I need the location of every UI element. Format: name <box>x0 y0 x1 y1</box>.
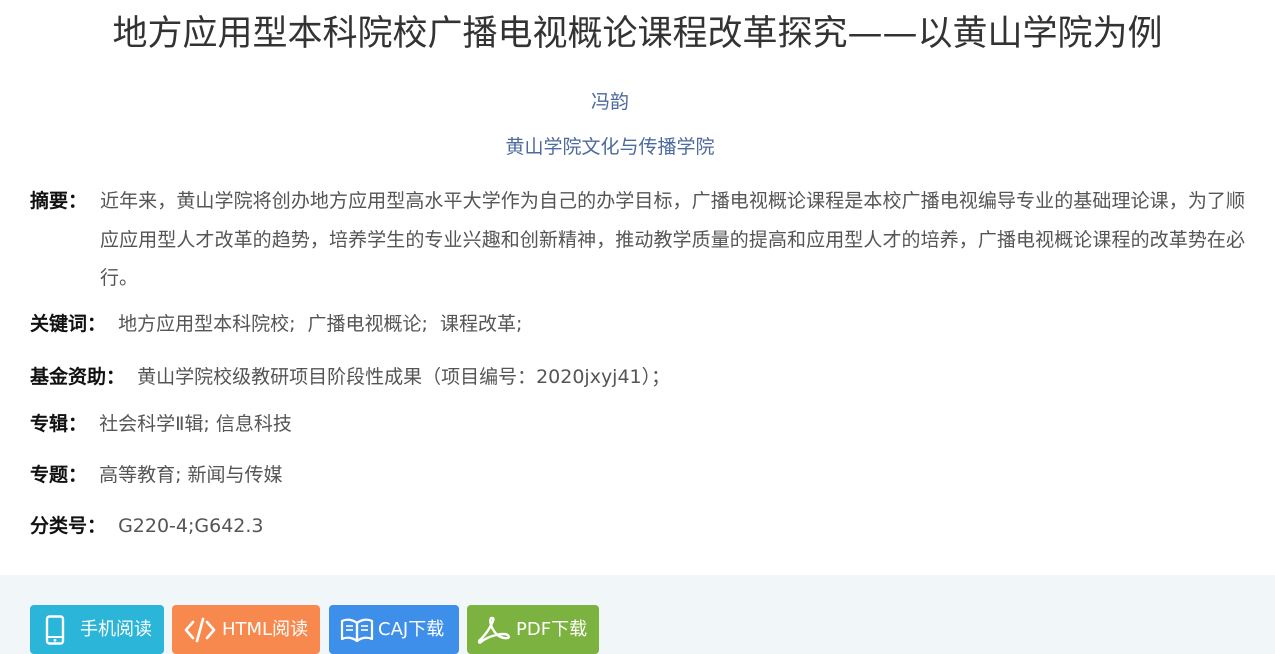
article-title: 地方应用型本科院校广播电视概论课程改革探究——以黄山学院为例 <box>112 14 1163 54</box>
abstract-section: 摘要： 近年来，黄山学院将创办地方应用型高水平大学作为自己的办学目标，广播电视概… <box>30 182 1245 298</box>
classification-value: G220-4;G642.3 <box>118 515 264 537</box>
article-detail-page: 地方应用型本科院校广播电视概论课程改革探究——以黄山学院为例 冯韵 黄山学院文化… <box>0 0 1275 654</box>
keyword-link[interactable]: 广播电视概论; <box>308 313 428 335</box>
download-toolbar: 手机阅读 HTML阅读 CAJ下载 PDF下载 <box>0 575 1275 654</box>
keywords-label: 关键词： <box>30 313 107 335</box>
affiliation-link[interactable]: 黄山学院文化与传播学院 <box>0 133 1220 161</box>
keywords-row: 关键词： 地方应用型本科院校; 广播电视概论; 课程改革; <box>30 310 522 338</box>
book-icon <box>340 605 374 654</box>
acrobat-icon <box>477 605 511 654</box>
series-row: 专辑： 社会科学Ⅱ辑; 信息科技 <box>30 410 292 438</box>
topic-row: 专题： 高等教育; 新闻与传媒 <box>30 461 283 489</box>
abstract-text: 近年来，黄山学院将创办地方应用型高水平大学作为自己的办学目标，广播电视概论课程是… <box>100 190 1245 289</box>
abstract-label: 摘要： <box>30 190 88 212</box>
mobile-read-label: 手机阅读 <box>80 619 152 640</box>
topic-label: 专题： <box>30 464 88 486</box>
pdf-download-label: PDF下载 <box>516 619 588 640</box>
classification-row: 分类号： G220-4;G642.3 <box>30 512 264 540</box>
author-link[interactable]: 冯韵 <box>0 88 1220 116</box>
fund-label: 基金资助： <box>30 366 126 388</box>
fund-row: 基金资助： 黄山学院校级教研项目阶段性成果（项目编号：2020jxyj41）； <box>30 363 670 391</box>
series-value: 社会科学Ⅱ辑; 信息科技 <box>99 413 292 435</box>
phone-icon <box>44 605 66 654</box>
keyword-link[interactable]: 地方应用型本科院校; <box>118 313 295 335</box>
classification-label: 分类号： <box>30 515 107 537</box>
pdf-download-button[interactable]: PDF下载 <box>467 605 599 654</box>
caj-download-label: CAJ下载 <box>378 619 445 640</box>
html-read-button[interactable]: HTML阅读 <box>172 605 320 654</box>
caj-download-button[interactable]: CAJ下载 <box>329 605 459 654</box>
fund-link[interactable]: 黄山学院校级教研项目阶段性成果（项目编号：2020jxyj41）； <box>137 366 670 388</box>
html-read-label: HTML阅读 <box>222 619 309 640</box>
code-icon <box>184 605 216 654</box>
topic-value: 高等教育; 新闻与传媒 <box>99 464 283 486</box>
series-label: 专辑： <box>30 413 88 435</box>
keyword-link[interactable]: 课程改革; <box>440 313 522 335</box>
mobile-read-button[interactable]: 手机阅读 <box>30 605 164 654</box>
